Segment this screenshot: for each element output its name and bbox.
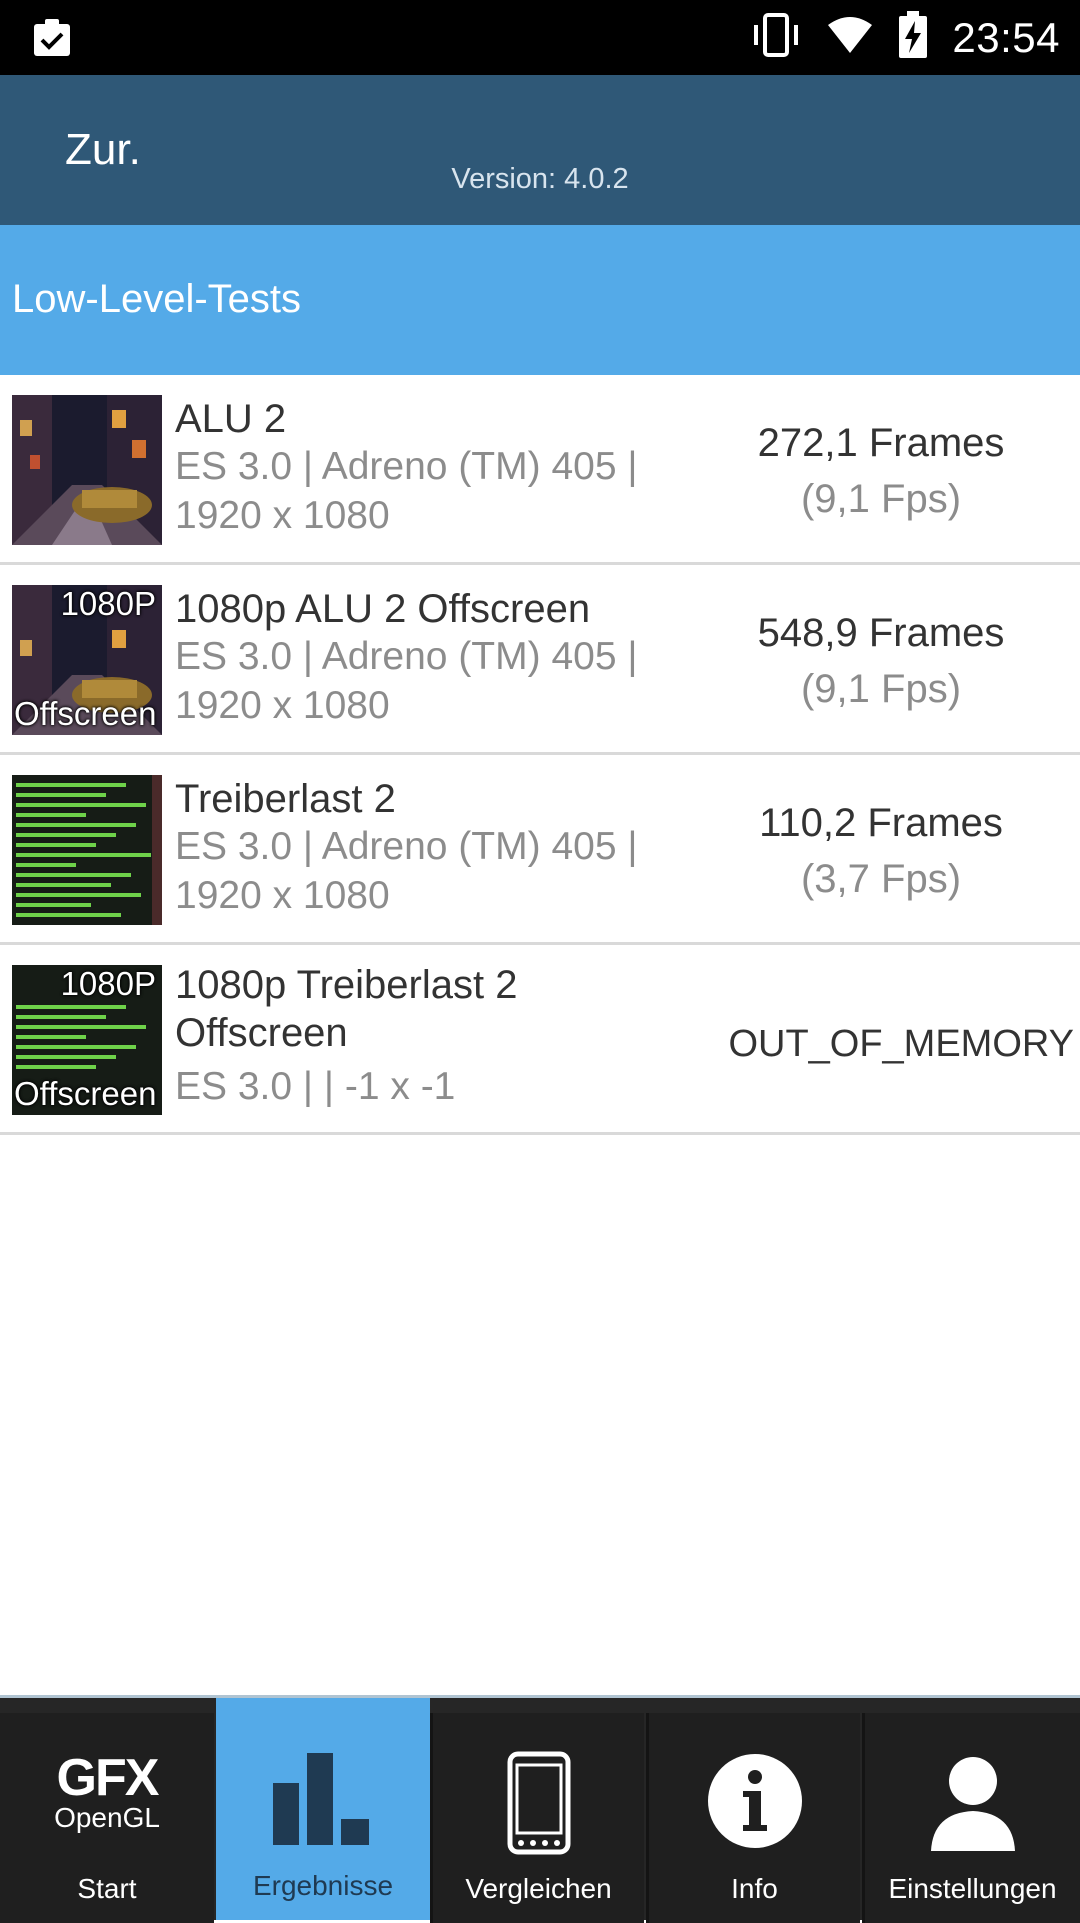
- result-frames: 110,2 Frames: [759, 801, 1003, 845]
- test-row-alu2-offscreen[interactable]: 1080P Offscreen 1080p ALU 2 Offscreen ES…: [0, 565, 1080, 755]
- test-description: ES 3.0 | Adreno (TM) 405 |: [175, 635, 638, 678]
- bar-chart-icon: [273, 1753, 373, 1850]
- nav-label: Vergleichen: [465, 1873, 612, 1904]
- result-fps: (9,1 Fps): [800, 667, 962, 711]
- test-title: ALU 2: [175, 397, 287, 441]
- gfx-logo-text: GFX: [56, 1749, 160, 1807]
- result-fps: (3,7 Fps): [800, 857, 962, 901]
- test-resolution: 1920 x 1080: [175, 494, 390, 537]
- info-icon: [707, 1753, 803, 1854]
- test-row-alu2[interactable]: ALU 2 ES 3.0 | Adreno (TM) 405 | 1920 x …: [0, 375, 1080, 565]
- vibrate-icon: [750, 13, 802, 62]
- test-row-treiberlast2[interactable]: Treiberlast 2 ES 3.0 | Adreno (TM) 405 |…: [0, 755, 1080, 945]
- test-description: ES 3.0 | Adreno (TM) 405 |: [175, 445, 638, 488]
- user-icon: [925, 1753, 1021, 1858]
- test-resolution: 1920 x 1080: [175, 874, 390, 917]
- test-list: ALU 2 ES 3.0 | Adreno (TM) 405 | 1920 x …: [0, 375, 1080, 1135]
- test-row-treiberlast2-offscreen[interactable]: 1080P Offscreen 1080p Treiberlast 2 Offs…: [0, 945, 1080, 1135]
- test-result-error: OUT_OF_MEMORY: [728, 1023, 1074, 1065]
- thumbnail-label: Offscreen: [14, 695, 157, 732]
- test-title: Treiberlast 2: [175, 777, 396, 821]
- app-header: Zur.: [0, 75, 1080, 225]
- section-header: Low-Level-Tests: [0, 225, 1080, 375]
- nav-start[interactable]: GFX OpenGL Start: [0, 1713, 214, 1923]
- nav-label: Ergebnisse: [252, 1870, 394, 1901]
- nav-label: Start: [77, 1873, 137, 1904]
- nav-info[interactable]: Info: [646, 1713, 860, 1923]
- test-thumbnail: [12, 775, 162, 925]
- result-frames: 548,9 Frames: [757, 611, 1005, 655]
- test-result: 548,9 Frames (9,1 Fps): [736, 605, 1026, 717]
- section-title: Low-Level-Tests: [12, 277, 302, 321]
- test-description: ES 3.0 | | -1 x -1: [175, 1065, 456, 1108]
- gfx-opengl-logo-icon: GFX OpenGL: [54, 1749, 160, 1833]
- status-bar: 23:54: [0, 0, 1080, 75]
- test-result: 110,2 Frames (3,7 Fps): [736, 795, 1026, 907]
- nav-label: Info: [731, 1873, 778, 1904]
- bottom-navigation: GFX OpenGL Start Ergebnisse Vergleichen …: [0, 1695, 1080, 1923]
- test-title: 1080p ALU 2 Offscreen: [175, 587, 591, 631]
- thumbnail-label: Offscreen: [14, 1075, 157, 1112]
- nav-results[interactable]: Ergebnisse: [216, 1698, 430, 1920]
- test-title: 1080p Treiberlast 2: [175, 963, 518, 1007]
- test-resolution: 1920 x 1080: [175, 684, 390, 727]
- clipboard-check-icon: [30, 16, 74, 65]
- version-label: Version: 4.0.2: [451, 163, 629, 195]
- result-fps: (9,1 Fps): [800, 477, 962, 521]
- thumbnail-label: 1080P: [60, 585, 156, 622]
- test-result: 272,1 Frames (9,1 Fps): [736, 415, 1026, 527]
- nav-label: Einstellungen: [888, 1873, 1057, 1904]
- test-thumbnail: [12, 395, 162, 545]
- result-frames: 272,1 Frames: [757, 421, 1005, 465]
- nav-settings[interactable]: Einstellungen: [862, 1713, 1080, 1923]
- status-icons: 23:54: [750, 0, 1060, 75]
- thumbnail-label: 1080P: [60, 965, 156, 1002]
- wifi-icon: [826, 15, 874, 60]
- battery-charging-icon: [898, 11, 928, 64]
- test-thumbnail: 1080P Offscreen: [12, 585, 162, 735]
- nav-compare[interactable]: Vergleichen: [430, 1713, 644, 1923]
- phone-icon: [507, 1751, 571, 1860]
- test-description: ES 3.0 | Adreno (TM) 405 |: [175, 825, 638, 868]
- test-title-continued: Offscreen: [175, 1011, 348, 1055]
- gfx-logo-subtext: OpenGL: [54, 1802, 160, 1833]
- test-thumbnail: 1080P Offscreen: [12, 965, 162, 1115]
- status-time: 23:54: [952, 13, 1060, 61]
